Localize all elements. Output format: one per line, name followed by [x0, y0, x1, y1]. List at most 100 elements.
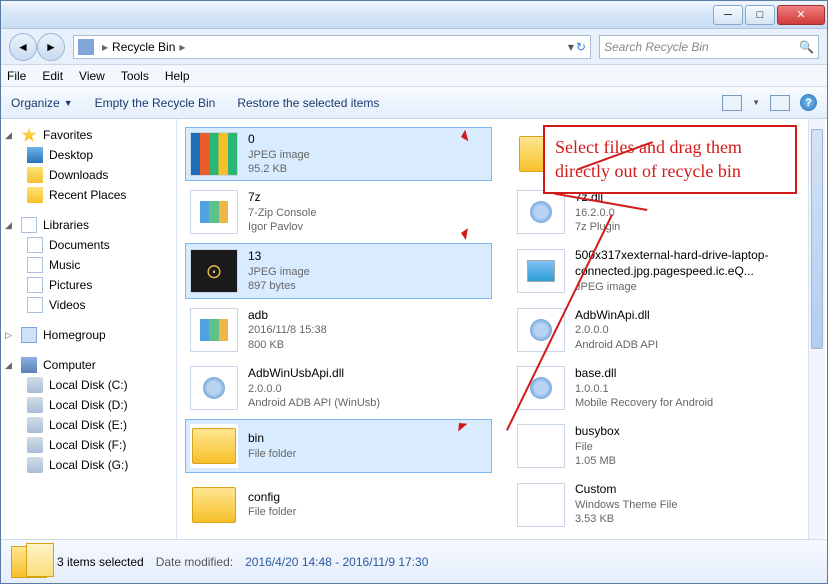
scrollbar[interactable] [808, 119, 825, 539]
organize-button[interactable]: Organize ▼ [11, 96, 73, 110]
file-meta: 7z Plugin [575, 220, 620, 234]
menu-file[interactable]: File [7, 69, 26, 83]
sidebar-item-disk-g[interactable]: Local Disk (G:) [1, 455, 176, 475]
file-tile[interactable]: adb2016/11/8 15:38800 KB [185, 303, 492, 357]
menu-tools[interactable]: Tools [121, 69, 149, 83]
file-name: config [248, 490, 296, 506]
file-name: adb [248, 308, 327, 324]
chevron-right-icon: ▸ [102, 40, 108, 54]
forward-button[interactable]: ► [37, 33, 65, 61]
selection-count: 3 items selected [57, 555, 144, 569]
disclosure-icon: ◢ [5, 220, 15, 231]
star-icon [21, 127, 37, 143]
breadcrumb[interactable]: ▸ Recycle Bin ▸ ▾ ↻ [73, 35, 591, 59]
file-meta: Android ADB API (WinUsb) [248, 396, 380, 410]
sidebar-item-music[interactable]: Music [1, 255, 176, 275]
view-mode-button[interactable] [722, 95, 742, 111]
restore-selected-button[interactable]: Restore the selected items [237, 96, 379, 110]
file-thumbnail [190, 190, 238, 234]
file-name: base.dll [575, 366, 713, 382]
file-thumbnail [517, 190, 565, 234]
file-meta: 800 KB [248, 338, 327, 352]
file-tile[interactable]: busyboxFile1.05 MB [512, 419, 819, 473]
sidebar-item-videos[interactable]: Videos [1, 295, 176, 315]
maximize-button[interactable]: □ [745, 5, 775, 25]
file-thumbnail [517, 483, 565, 527]
pictures-icon [27, 277, 43, 293]
disk-icon [27, 437, 43, 453]
file-name: AdbWinUsbApi.dll [248, 366, 380, 382]
file-tile[interactable]: base.dll1.0.0.1Mobile Recovery for Andro… [512, 361, 819, 415]
file-thumbnail [190, 132, 238, 176]
file-tile[interactable]: binFile folder [185, 419, 492, 473]
disclosure-icon: ◢ [5, 130, 15, 141]
sidebar-favorites[interactable]: ◢ Favorites [1, 125, 176, 145]
file-name: 0 [248, 132, 310, 148]
empty-recycle-bin-button[interactable]: Empty the Recycle Bin [95, 96, 216, 110]
file-meta: Android ADB API [575, 338, 658, 352]
file-tile[interactable]: AdbWinUsbApi.dll2.0.0.0Android ADB API (… [185, 361, 492, 415]
nav-row: ◄ ► ▸ Recycle Bin ▸ ▾ ↻ Search Recycle B… [1, 29, 827, 65]
sidebar-item-desktop[interactable]: Desktop [1, 145, 176, 165]
sidebar-item-disk-c[interactable]: Local Disk (C:) [1, 375, 176, 395]
sidebar-item-disk-e[interactable]: Local Disk (E:) [1, 415, 176, 435]
file-tile[interactable]: 7z7-Zip ConsoleIgor Pavlov [185, 185, 492, 239]
sidebar-item-recent[interactable]: Recent Places [1, 185, 176, 205]
file-thumbnail [517, 308, 565, 352]
annotation-box: Select files and drag them directly out … [543, 125, 797, 194]
file-tile[interactable]: 0JPEG image95.2 KB [185, 127, 492, 181]
arrow-left-icon: ◄ [17, 40, 29, 54]
homegroup-icon [21, 327, 37, 343]
file-meta: Windows Theme File [575, 498, 678, 512]
file-thumbnail [190, 308, 238, 352]
scrollbar-thumb[interactable] [811, 129, 823, 349]
file-meta: 897 bytes [248, 279, 310, 293]
file-thumbnail [190, 424, 238, 468]
sidebar-item-disk-f[interactable]: Local Disk (F:) [1, 435, 176, 455]
sidebar-computer[interactable]: ◢ Computer [1, 355, 176, 375]
documents-icon [27, 237, 43, 253]
back-button[interactable]: ◄ [9, 33, 37, 61]
close-button[interactable]: ✕ [777, 5, 825, 25]
details-pane: 3 items selected Date modified: 2016/4/2… [1, 539, 827, 583]
preview-pane-button[interactable] [770, 95, 790, 111]
file-thumbnail: ⊙ [190, 249, 238, 293]
file-name: AdbWinApi.dll [575, 308, 658, 324]
file-thumbnail [517, 366, 565, 410]
arrow-head-icon [454, 226, 468, 240]
sidebar-item-documents[interactable]: Documents [1, 235, 176, 255]
chevron-down-icon[interactable]: ▼ [752, 98, 760, 107]
titlebar: ─ □ ✕ [1, 1, 827, 29]
nav-pane: ◢ Favorites Desktop Downloads Recent Pla… [1, 119, 177, 539]
menu-edit[interactable]: Edit [42, 69, 63, 83]
sidebar-item-disk-d[interactable]: Local Disk (D:) [1, 395, 176, 415]
date-modified-label: Date modified: [156, 555, 233, 569]
search-input[interactable]: Search Recycle Bin 🔍 [599, 35, 819, 59]
file-meta: File [575, 440, 620, 454]
toolbar: Organize ▼ Empty the Recycle Bin Restore… [1, 87, 827, 119]
menu-view[interactable]: View [79, 69, 105, 83]
minimize-button[interactable]: ─ [713, 5, 743, 25]
disclosure-icon: ▷ [5, 330, 15, 341]
sidebar-libraries[interactable]: ◢ Libraries [1, 215, 176, 235]
sidebar-item-pictures[interactable]: Pictures [1, 275, 176, 295]
file-tile[interactable]: configFile folder [185, 477, 492, 531]
disclosure-icon: ◢ [5, 360, 15, 371]
sidebar-item-downloads[interactable]: Downloads [1, 165, 176, 185]
breadcrumb-item[interactable]: Recycle Bin [112, 40, 175, 54]
file-tile[interactable]: ⊙13JPEG image897 bytes [185, 243, 492, 298]
refresh-icon[interactable]: ↻ [576, 40, 586, 54]
file-name: 13 [248, 249, 310, 265]
file-thumbnail [517, 424, 565, 468]
disk-icon [27, 377, 43, 393]
dropdown-icon[interactable]: ▾ [568, 40, 574, 54]
file-thumbnail [517, 249, 565, 293]
menu-help[interactable]: Help [165, 69, 190, 83]
file-list[interactable]: 0JPEG image95.2 KB3rdFile folder7z7-Zip … [177, 119, 827, 539]
file-tile[interactable]: CustomWindows Theme File3.53 KB [512, 477, 819, 531]
folder-icon [27, 167, 43, 183]
help-icon[interactable]: ? [800, 94, 817, 111]
sidebar-homegroup[interactable]: ▷ Homegroup [1, 325, 176, 345]
file-tile[interactable]: 500x317xexternal-hard-drive-laptop-conne… [512, 243, 819, 298]
file-tile[interactable]: AdbWinApi.dll2.0.0.0Android ADB API [512, 303, 819, 357]
